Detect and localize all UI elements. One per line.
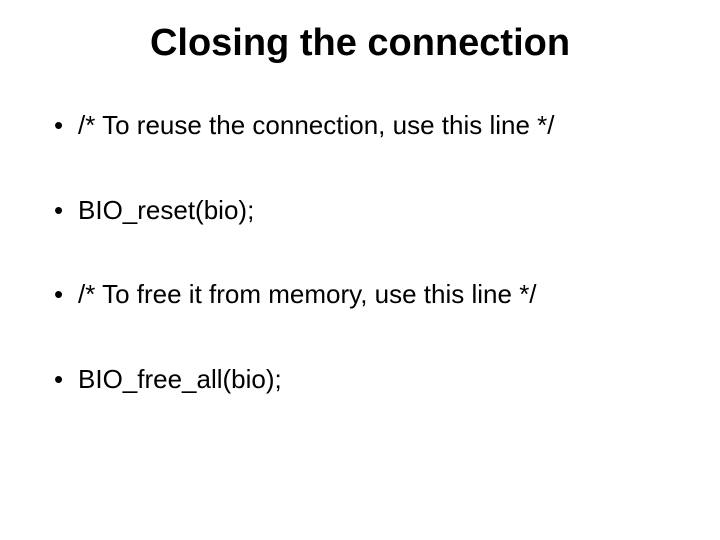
list-item: BIO_free_all(bio);	[54, 363, 684, 396]
list-item: /* To reuse the connection, use this lin…	[54, 109, 684, 142]
list-item: /* To free it from memory, use this line…	[54, 278, 684, 311]
bullet-list: /* To reuse the connection, use this lin…	[36, 109, 684, 395]
list-item: BIO_reset(bio);	[54, 194, 684, 227]
slide-title: Closing the connection	[36, 22, 684, 65]
